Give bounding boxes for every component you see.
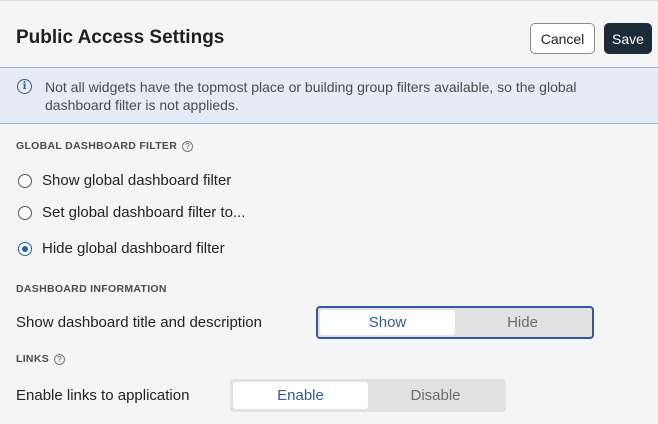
- info-icon: i: [17, 79, 32, 94]
- toggle-option-enable[interactable]: Enable: [233, 382, 368, 409]
- dialog-title: Public Access Settings: [16, 27, 225, 48]
- dashboard-info-label: DASHBOARD INFORMATION: [16, 283, 167, 295]
- global-filter-section-label: GLOBAL DASHBOARD FILTER ?: [16, 140, 194, 152]
- title-description-toggle[interactable]: Show Hide: [316, 306, 594, 339]
- help-icon[interactable]: ?: [54, 353, 65, 365]
- radio-hide-global-filter[interactable]: Hide global dashboard filter: [18, 240, 225, 257]
- radio-label: Show global dashboard filter: [42, 172, 232, 189]
- info-banner: i Not all widgets have the topmost place…: [0, 67, 658, 124]
- links-toggle[interactable]: Enable Disable: [230, 379, 506, 412]
- links-section-label: LINKS ?: [16, 353, 65, 365]
- toggle-option-disable[interactable]: Disable: [368, 382, 503, 409]
- dialog-header: Public Access Settings Cancel Save: [0, 0, 658, 67]
- radio-label: Set global dashboard filter to...: [42, 204, 246, 221]
- save-button[interactable]: Save: [604, 23, 652, 54]
- toggle-option-hide[interactable]: Hide: [455, 310, 590, 335]
- show-title-description-label: Show dashboard title and description: [16, 314, 262, 331]
- help-icon[interactable]: ?: [182, 140, 194, 152]
- links-label: LINKS: [16, 353, 49, 365]
- radio-label: Hide global dashboard filter: [42, 240, 225, 257]
- dashboard-info-section-label: DASHBOARD INFORMATION: [16, 283, 167, 295]
- radio-button[interactable]: [18, 173, 32, 188]
- radio-button[interactable]: [18, 205, 32, 220]
- radio-set-global-filter[interactable]: Set global dashboard filter to...: [18, 204, 245, 221]
- cancel-button[interactable]: Cancel: [530, 23, 595, 54]
- info-banner-text: Not all widgets have the topmost place o…: [45, 79, 577, 113]
- enable-links-label: Enable links to application: [16, 387, 190, 404]
- radio-show-global-filter[interactable]: Show global dashboard filter: [18, 172, 231, 189]
- radio-button-selected[interactable]: [18, 241, 32, 256]
- global-filter-label: GLOBAL DASHBOARD FILTER: [16, 140, 178, 152]
- toggle-option-show[interactable]: Show: [320, 310, 455, 335]
